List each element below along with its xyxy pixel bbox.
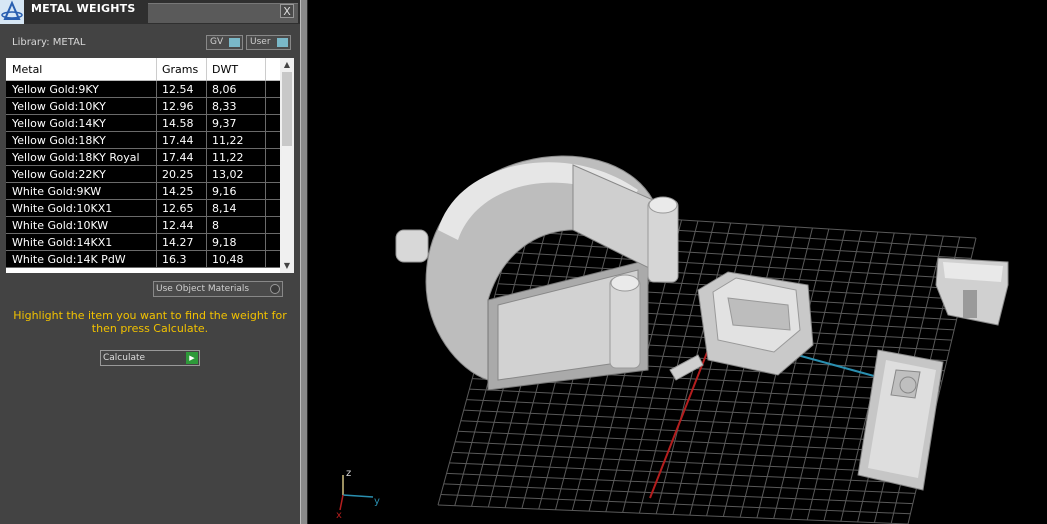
cell-dwt: 8,33 (212, 100, 237, 113)
table-row[interactable]: White Gold:14KX1 14.27 9,18 (6, 234, 280, 251)
calculate-button[interactable]: Calculate ▶ (100, 350, 200, 366)
toggle-switch-icon (277, 38, 288, 47)
play-icon: ▶ (186, 352, 198, 364)
cell-grams: 14.58 (162, 117, 194, 130)
cell-metal: White Gold:14K PdW (12, 253, 126, 266)
axis-y-label: y (374, 496, 380, 507)
table-row[interactable]: Yellow Gold:14KY 14.58 9,37 (6, 115, 280, 132)
viewport-canvas: z y x (336, 155, 1009, 524)
cell-metal: Yellow Gold:22KY (12, 168, 106, 181)
cell-dwt: 11,22 (212, 151, 244, 164)
table-row[interactable]: Yellow Gold:10KY 12.96 8,33 (6, 98, 280, 115)
3d-viewport[interactable]: z y x (308, 0, 1047, 524)
cell-dwt: 8 (212, 219, 219, 232)
cell-grams: 14.25 (162, 185, 194, 198)
table-row[interactable]: Yellow Gold:18KY Royal 17.44 11,22 (6, 149, 280, 166)
cell-grams: 14.27 (162, 236, 194, 249)
library-label: Library: METAL (12, 37, 86, 48)
table-row[interactable]: Yellow Gold:18KY 17.44 11,22 (6, 132, 280, 149)
panel-title-bar: METAL WEIGHTS X (0, 0, 300, 24)
cell-dwt: 11,22 (212, 134, 244, 147)
gv-toggle[interactable]: GV (206, 35, 243, 50)
table-scrollbar[interactable]: ▲ ▼ (280, 58, 294, 273)
gv-toggle-label: GV (210, 37, 224, 47)
cell-metal: Yellow Gold:14KY (12, 117, 106, 130)
app-logo-icon (0, 0, 24, 24)
cell-dwt: 13,02 (212, 168, 244, 181)
panel-title: METAL WEIGHTS (31, 2, 136, 15)
cell-grams: 20.25 (162, 168, 194, 181)
metal-table: Metal Grams DWT Yellow Gold:9KY 12.54 8,06… (6, 58, 294, 273)
table-row[interactable]: Yellow Gold:22KY 20.25 13,02 (6, 166, 280, 183)
cell-grams: 12.44 (162, 219, 194, 232)
column-header-metal[interactable]: Metal (12, 63, 42, 76)
cell-grams: 16.3 (162, 253, 187, 266)
scroll-up-icon[interactable]: ▲ (280, 58, 294, 72)
user-toggle[interactable]: User (246, 35, 291, 50)
calculate-label: Calculate (103, 353, 146, 363)
axis-gizmo: z y x (336, 468, 380, 521)
cell-dwt: 9,18 (212, 236, 237, 249)
cell-grams: 12.96 (162, 100, 194, 113)
scroll-thumb[interactable] (282, 72, 292, 146)
title-tab-area (148, 3, 298, 23)
cell-metal: Yellow Gold:18KY (12, 134, 106, 147)
table-header: Metal Grams DWT (6, 58, 280, 81)
column-header-grams[interactable]: Grams (162, 63, 198, 76)
table-row[interactable]: White Gold:10KW 12.44 8 (6, 217, 280, 234)
cell-metal: Yellow Gold:10KY (12, 100, 106, 113)
axis-z-label: z (346, 468, 351, 479)
cell-dwt: 10,48 (212, 253, 244, 266)
cell-dwt: 9,37 (212, 117, 237, 130)
table-row[interactable]: White Gold:10KX1 12.65 8,14 (6, 200, 280, 217)
cell-dwt: 9,16 (212, 185, 237, 198)
cell-metal: Yellow Gold:18KY Royal (12, 151, 140, 164)
cell-dwt: 8,06 (212, 83, 237, 96)
cell-grams: 17.44 (162, 151, 194, 164)
cell-metal: White Gold:9KW (12, 185, 102, 198)
cell-metal: Yellow Gold:9KY (12, 83, 99, 96)
metal-weights-panel: METAL WEIGHTS X Library: METAL GV User M… (0, 0, 300, 524)
panel-splitter[interactable] (300, 0, 308, 524)
cell-grams: 12.65 (162, 202, 194, 215)
cell-metal: White Gold:10KW (12, 219, 109, 232)
scroll-down-icon[interactable]: ▼ (280, 259, 294, 273)
cell-metal: White Gold:14KX1 (12, 236, 113, 249)
instruction-text: Highlight the item you want to find the … (13, 309, 287, 335)
toggle-switch-icon (229, 38, 240, 47)
table-row[interactable]: Yellow Gold:9KY 12.54 8,06 (6, 81, 280, 98)
column-header-dwt[interactable]: DWT (212, 63, 238, 76)
ring-model[interactable] (395, 155, 679, 391)
head-piece-model[interactable] (935, 257, 1009, 326)
use-object-materials-label: Use Object Materials (156, 284, 250, 294)
cell-grams: 12.54 (162, 83, 194, 96)
radio-icon (270, 284, 280, 294)
table-row[interactable]: White Gold:14K PdW 16.3 10,48 (6, 251, 280, 268)
close-button[interactable]: X (280, 4, 294, 18)
table-row[interactable]: White Gold:9KW 14.25 9,16 (6, 183, 280, 200)
axis-x-label: x (336, 510, 342, 521)
cell-grams: 17.44 (162, 134, 194, 147)
user-toggle-label: User (250, 37, 271, 47)
cell-metal: White Gold:10KX1 (12, 202, 113, 215)
crown-shank-model[interactable] (857, 349, 944, 491)
cell-dwt: 8,14 (212, 202, 237, 215)
use-object-materials-toggle[interactable]: Use Object Materials (153, 281, 283, 297)
